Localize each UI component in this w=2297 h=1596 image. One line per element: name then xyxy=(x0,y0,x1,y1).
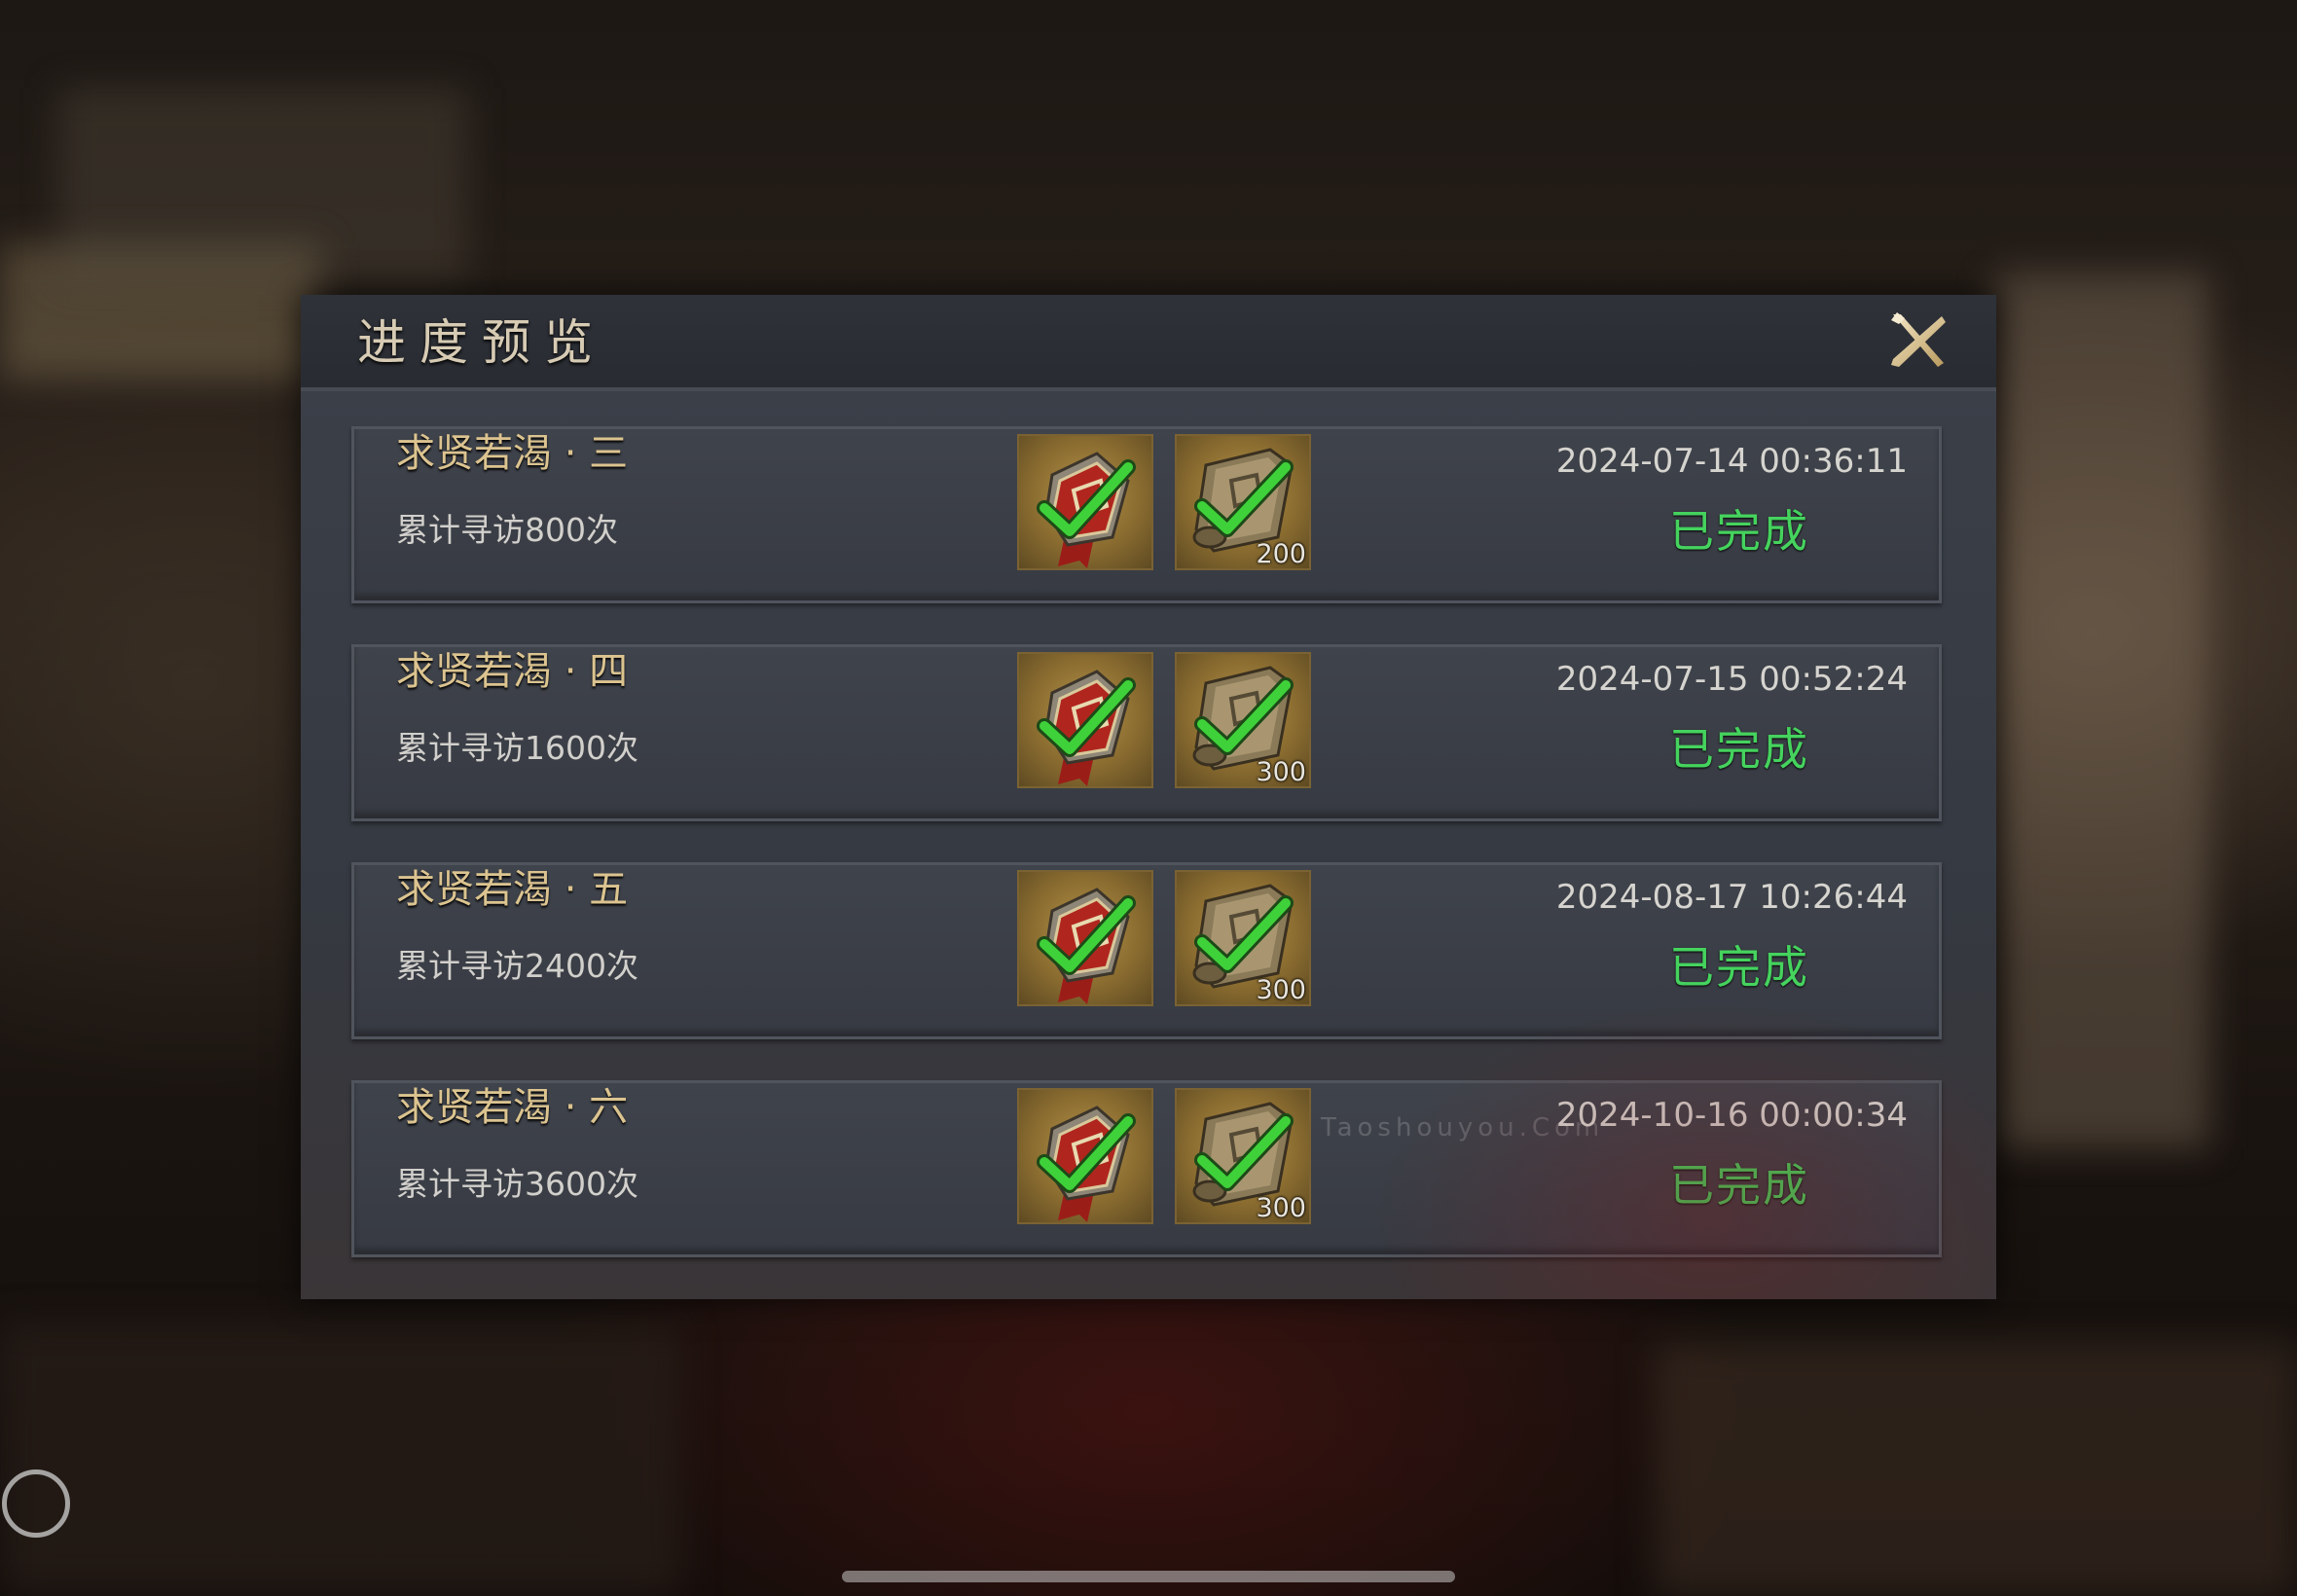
reward-count: 300 xyxy=(1256,757,1306,787)
token-badge-icon xyxy=(1037,888,1136,1004)
milestone-description: 累计寻访2400次 xyxy=(396,947,638,985)
milestone-title: 求贤若渴 · 五 xyxy=(396,867,629,912)
reward-slot[interactable] xyxy=(1017,652,1153,788)
status-completed: 已完成 xyxy=(1669,505,1809,558)
status-completed: 已完成 xyxy=(1669,723,1809,776)
milestone-list: 求贤若渴 · 三 累计寻访800次 200 2024-07-14 00:36:1… xyxy=(351,426,1942,1298)
completion-time: 2024-10-16 00:00:34 xyxy=(1555,1096,1908,1135)
completion-time: 2024-07-14 00:36:11 xyxy=(1555,442,1908,481)
reward-slot[interactable]: 300 xyxy=(1175,870,1311,1006)
completion-time: 2024-07-15 00:52:24 xyxy=(1555,660,1908,699)
milestone-row: 求贤若渴 · 四 累计寻访1600次 300 2024-07-15 00:52:… xyxy=(351,644,1942,821)
watermark-text: Taoshouyou.Com xyxy=(1321,1113,1605,1143)
milestone-description: 累计寻访800次 xyxy=(396,511,618,549)
milestone-title: 求贤若渴 · 四 xyxy=(396,649,629,694)
completion-time: 2024-08-17 10:26:44 xyxy=(1555,878,1908,917)
close-button[interactable] xyxy=(1887,310,1948,371)
reward-count: 300 xyxy=(1256,1193,1306,1223)
milestone-row: 求贤若渴 · 三 累计寻访800次 200 2024-07-14 00:36:1… xyxy=(351,426,1942,603)
progress-preview-dialog: 进度预览 求贤若渴 · 三 累计寻访800次 200 2024-07-14 00… xyxy=(301,295,1996,1299)
reward-slot[interactable] xyxy=(1017,1088,1153,1224)
reward-count: 200 xyxy=(1256,539,1306,569)
reward-slot[interactable] xyxy=(1017,870,1153,1006)
close-x-icon xyxy=(1891,312,1946,367)
token-badge-icon xyxy=(1037,1106,1136,1222)
reward-slot[interactable]: 300 xyxy=(1175,652,1311,788)
status-completed: 已完成 xyxy=(1669,1159,1809,1212)
milestone-description: 累计寻访3600次 xyxy=(396,1165,638,1203)
dialog-header: 进度预览 xyxy=(301,295,1996,391)
reward-slot[interactable]: 300 xyxy=(1175,1088,1311,1224)
reward-slot[interactable]: 200 xyxy=(1175,434,1311,570)
milestone-row: 求贤若渴 · 六 累计寻访3600次 300 2024-10-16 00:00:… xyxy=(351,1080,1942,1257)
token-badge-icon xyxy=(1037,452,1136,568)
token-badge-icon xyxy=(1037,670,1136,786)
milestone-description: 累计寻访1600次 xyxy=(396,729,638,767)
milestone-row: 求贤若渴 · 五 累计寻访2400次 300 2024-08-17 10:26:… xyxy=(351,862,1942,1039)
home-indicator[interactable] xyxy=(842,1571,1455,1582)
reward-slot[interactable] xyxy=(1017,434,1153,570)
milestone-title: 求贤若渴 · 三 xyxy=(396,431,629,476)
status-completed: 已完成 xyxy=(1669,941,1809,994)
floating-ring-icon[interactable] xyxy=(2,1469,70,1538)
dialog-title: 进度预览 xyxy=(357,314,606,371)
milestone-title: 求贤若渴 · 六 xyxy=(396,1085,629,1130)
reward-count: 300 xyxy=(1256,975,1306,1005)
